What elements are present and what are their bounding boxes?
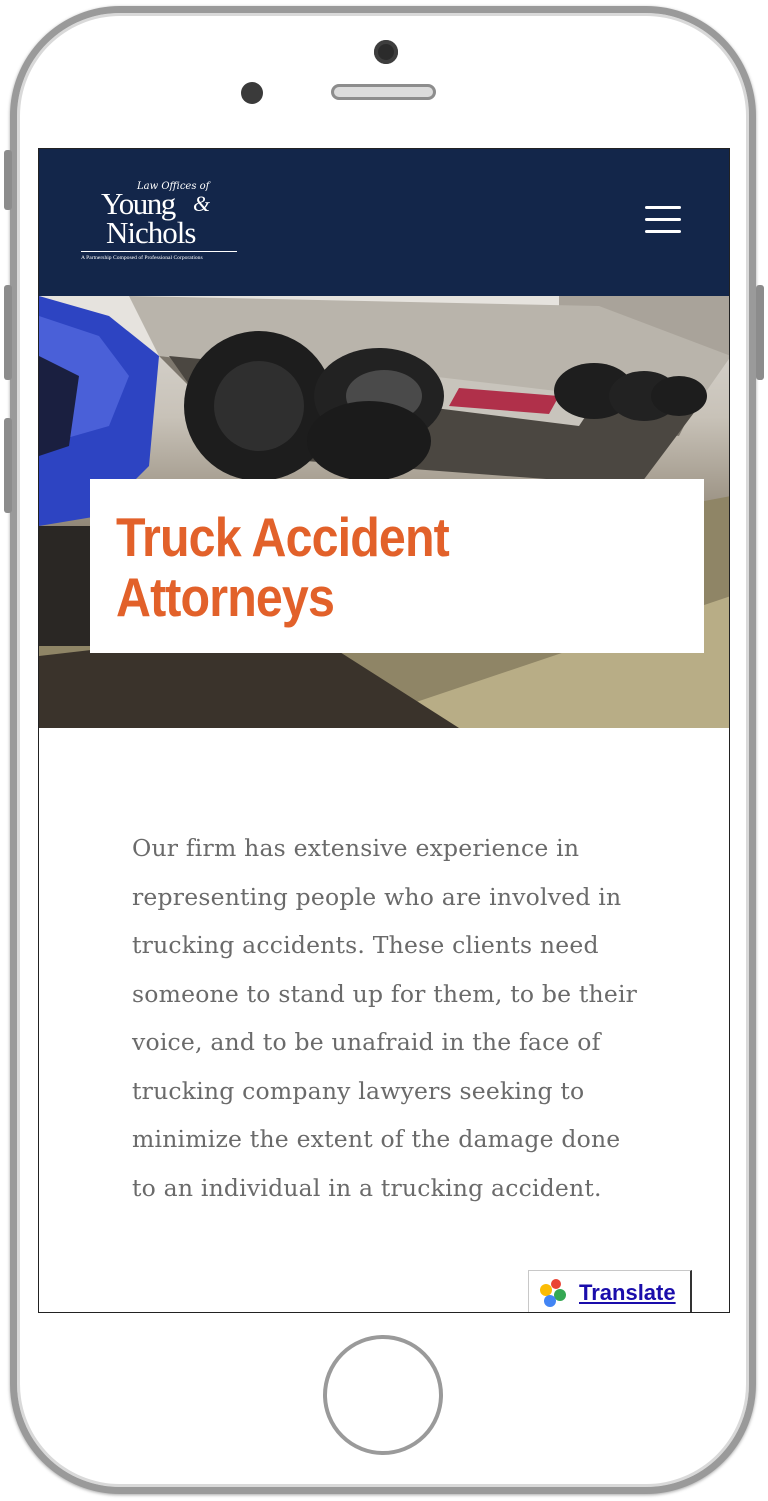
- power-button: [756, 285, 764, 380]
- translate-button[interactable]: Translate: [528, 1270, 692, 1312]
- firm-logo[interactable]: Law Offices of Young & Nichols A Partner…: [81, 179, 241, 269]
- logo-rule: [81, 251, 237, 252]
- home-button[interactable]: [323, 1335, 443, 1455]
- phone-screen: Law Offices of Young & Nichols A Partner…: [38, 148, 730, 1313]
- earpiece-speaker: [331, 84, 436, 100]
- hero-title-card: Truck Accident Attorneys: [90, 479, 704, 653]
- proximity-sensor: [241, 82, 263, 104]
- page-title: Truck Accident Attorneys: [116, 506, 450, 628]
- site-header: Law Offices of Young & Nichols A Partner…: [39, 149, 729, 296]
- volume-up-button: [4, 285, 12, 380]
- google-translate-icon: [540, 1279, 566, 1307]
- logo-tagline: A Partnership Composed of Professional C…: [81, 255, 203, 261]
- front-camera: [374, 40, 398, 64]
- logo-ampersand: &: [193, 191, 211, 216]
- intro-paragraph: Our firm has extensive experience in rep…: [132, 834, 638, 1202]
- menu-bar: [645, 206, 681, 209]
- translate-label: Translate: [579, 1280, 676, 1305]
- volume-down-button: [4, 418, 12, 513]
- hero-banner: Truck Accident Attorneys: [39, 296, 729, 728]
- menu-bar: [645, 230, 681, 233]
- menu-bar: [645, 218, 681, 221]
- hamburger-menu-icon[interactable]: [643, 203, 685, 237]
- mute-switch: [4, 150, 12, 210]
- logo-name-nichols: Nichols: [106, 215, 196, 250]
